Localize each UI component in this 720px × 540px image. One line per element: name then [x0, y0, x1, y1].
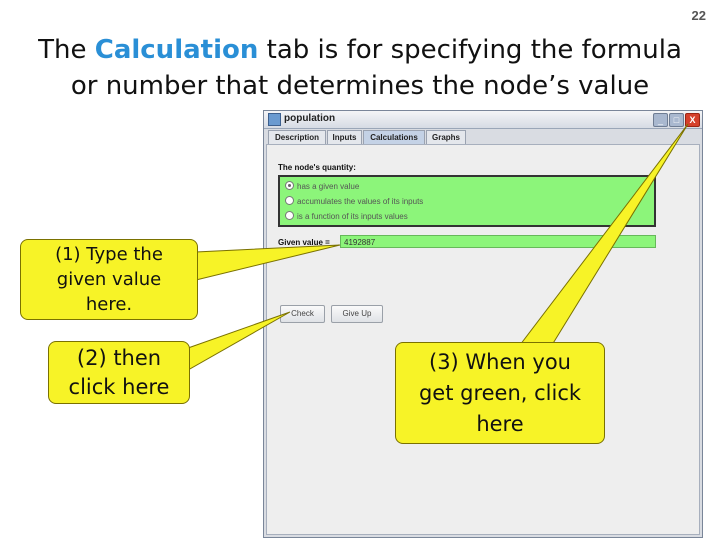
callout-get-green: (3) When you get green, click here [395, 342, 605, 444]
callout-line: (3) When you [429, 350, 571, 374]
callout-line: here. [85, 294, 133, 315]
callout-line: click here [68, 375, 170, 399]
callout-line: (2) then [76, 346, 162, 370]
callout-type-value: (1) Type the given value here. [20, 239, 198, 320]
callout-line: here [476, 412, 524, 436]
callout-click-check: (2) then click here [48, 341, 190, 404]
callout-1-pointer [195, 244, 341, 281]
callout-2-pointer [187, 311, 291, 371]
callout-line: given value [56, 269, 162, 290]
callout-line: get green, click [418, 381, 582, 405]
callout-3-pointer [518, 123, 689, 346]
callout-line: (1) Type the [55, 244, 163, 265]
